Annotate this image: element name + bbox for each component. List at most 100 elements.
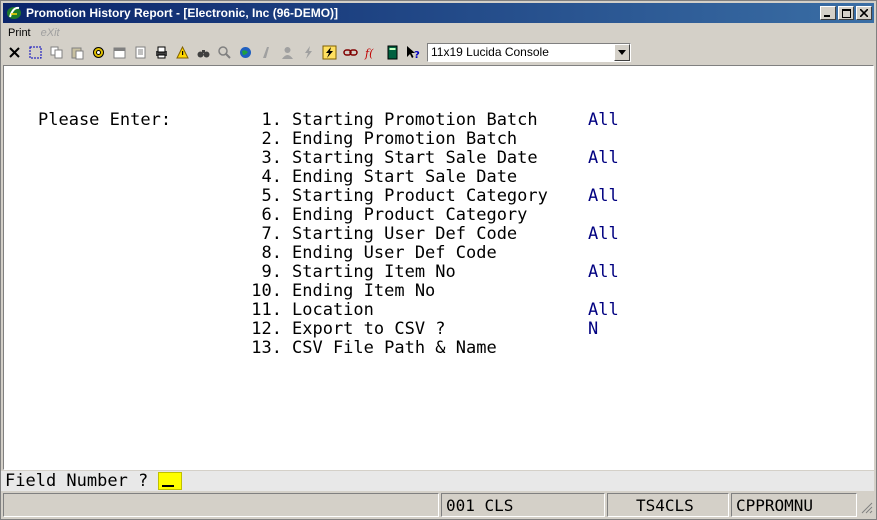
field-number: 3. — [261, 148, 282, 168]
copy-button[interactable] — [47, 43, 66, 62]
field-label: Export to CSV ? — [292, 319, 446, 339]
field-number: 6. — [261, 205, 282, 225]
link-button[interactable] — [341, 43, 360, 62]
settings-button[interactable] — [89, 43, 108, 62]
maximize-icon — [841, 8, 851, 18]
field-row[interactable]: 10. Ending Item No — [4, 281, 864, 301]
printer-icon — [156, 46, 167, 58]
maximize-button[interactable] — [838, 6, 854, 20]
menu-bar: Print eXit — [3, 24, 65, 42]
chain-link-icon — [343, 48, 358, 56]
field-row[interactable]: 1. Starting Promotion Batch All — [4, 110, 864, 130]
paste-icon — [71, 47, 84, 59]
field-row[interactable]: 7. Starting User Def Code All — [4, 224, 864, 244]
warning-icon — [176, 45, 189, 58]
field-row[interactable]: 4. Ending Start Sale Date — [4, 167, 864, 187]
title-bar[interactable]: Promotion History Report - [Electronic, … — [3, 3, 874, 23]
field-row[interactable]: 13. CSV File Path & Name — [4, 338, 864, 358]
font-icon — [263, 46, 269, 58]
web-button[interactable] — [236, 43, 255, 62]
field-label: Starting Promotion Batch — [292, 110, 538, 130]
field-row[interactable]: 12. Export to CSV ? N — [4, 319, 864, 339]
field-value[interactable]: All — [588, 224, 619, 244]
properties-icon — [113, 47, 126, 58]
field-value[interactable]: All — [588, 148, 619, 168]
field-number: 9. — [261, 262, 282, 282]
zoom-button[interactable] — [215, 43, 234, 62]
field-number: 10. — [251, 281, 282, 301]
field-row[interactable]: 3. Starting Start Sale Date All — [4, 148, 864, 168]
field-label: Ending Item No — [292, 281, 436, 301]
field-label: Starting Start Sale Date — [292, 148, 538, 168]
field-number-bar: Field Number ? — [1, 471, 874, 491]
field-number: 5. — [261, 186, 282, 206]
toolbar: f( ? 11x19 Lucida Console — [5, 42, 874, 62]
resize-grip-icon[interactable] — [859, 493, 873, 517]
flash-icon — [322, 45, 337, 59]
field-number: 4. — [261, 167, 282, 187]
close-icon — [860, 9, 868, 17]
field-row[interactable]: 5. Starting Product Category All — [4, 186, 864, 206]
font-select-value: 11x19 Lucida Console — [431, 45, 549, 59]
field-number: 11. — [251, 300, 282, 320]
magnifier-icon — [218, 45, 231, 59]
close-button[interactable] — [856, 6, 872, 20]
macro-button[interactable] — [320, 43, 339, 62]
field-label: Starting User Def Code — [292, 224, 518, 244]
field-row[interactable]: 8. Ending User Def Code — [4, 243, 864, 263]
alert-button[interactable] — [173, 43, 192, 62]
font-select[interactable]: 11x19 Lucida Console — [427, 42, 631, 62]
field-label: Location — [292, 300, 374, 320]
field-value[interactable]: N — [588, 319, 598, 339]
field-value[interactable]: All — [588, 262, 619, 282]
field-label: Starting Item No — [292, 262, 456, 282]
field-value[interactable]: All — [588, 300, 619, 320]
font-button[interactable] — [257, 43, 276, 62]
select-button[interactable] — [26, 43, 45, 62]
field-number: 8. — [261, 243, 282, 263]
field-row[interactable]: 11. Location All — [4, 300, 864, 320]
find-button[interactable] — [194, 43, 213, 62]
status-panel-message — [3, 493, 439, 517]
properties-button[interactable] — [110, 43, 129, 62]
user-button[interactable] — [278, 43, 297, 62]
field-label: Ending Start Sale Date — [292, 167, 518, 187]
field-value[interactable]: All — [588, 110, 619, 130]
chevron-down-icon — [618, 49, 626, 55]
field-label: Ending Promotion Batch — [292, 129, 518, 149]
print-button[interactable] — [152, 43, 171, 62]
field-number: 13. — [251, 338, 282, 358]
status-program: CPPROMNU — [731, 493, 857, 517]
copy-icon — [50, 46, 63, 58]
field-value[interactable]: All — [588, 186, 619, 206]
minimize-button[interactable] — [820, 6, 836, 20]
globe-icon — [240, 46, 251, 58]
gear-icon — [93, 46, 104, 58]
field-label: CSV File Path & Name — [292, 338, 497, 358]
status-terminal: TS4CLS — [607, 493, 729, 517]
svg-text:?: ? — [414, 50, 420, 60]
field-label: Ending Product Category — [292, 205, 528, 225]
function-button[interactable]: f( — [362, 43, 381, 62]
app-window: Promotion History Report - [Electronic, … — [0, 0, 877, 520]
field-row[interactable]: 2. Ending Promotion Batch — [4, 129, 864, 149]
cancel-button[interactable] — [5, 43, 24, 62]
document-icon — [135, 46, 146, 58]
menu-exit[interactable]: eXit — [36, 27, 65, 39]
terminal-screen[interactable]: Please Enter: 1. Starting Promotion Batch… — [3, 65, 874, 470]
field-row[interactable]: 6. Ending Product Category — [4, 205, 864, 225]
field-number-input[interactable] — [158, 472, 183, 490]
calculator-button[interactable] — [383, 43, 402, 62]
field-row[interactable]: 9. Starting Item No All — [4, 262, 864, 282]
help-button[interactable]: ? — [404, 43, 423, 62]
field-label: Ending User Def Code — [292, 243, 497, 263]
status-bar: 001 CLS TS4CLS CPPROMNU — [3, 493, 874, 517]
menu-print[interactable]: Print — [3, 27, 36, 39]
window-title: Promotion History Report - [Electronic, … — [26, 6, 339, 20]
lightning-button[interactable] — [299, 43, 318, 62]
field-number-label: Field Number ? — [5, 471, 149, 491]
paste-button[interactable] — [68, 43, 87, 62]
field-label: Starting Product Category — [292, 186, 548, 206]
notes-button[interactable] — [131, 43, 150, 62]
font-select-dropdown-button[interactable] — [614, 43, 630, 61]
